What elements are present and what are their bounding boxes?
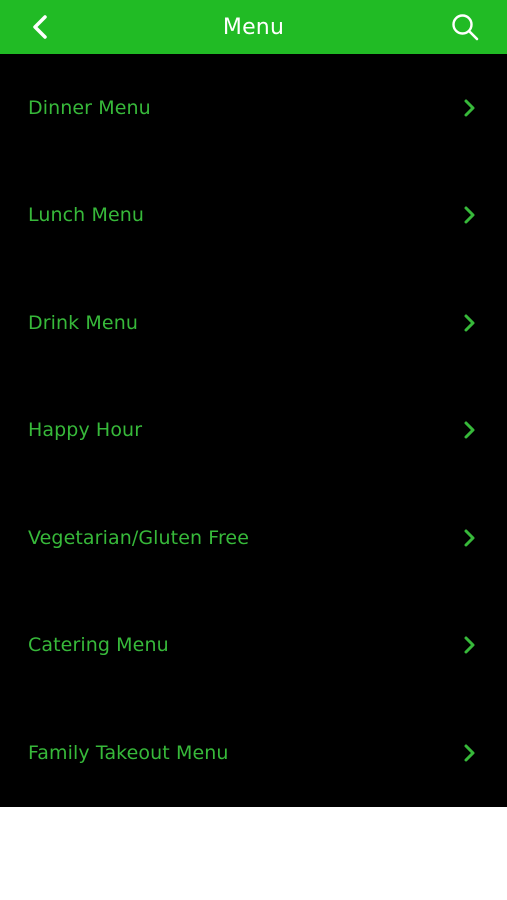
menu-item-vegetarian-gluten-free[interactable]: Vegetarian/Gluten Free	[0, 484, 507, 592]
menu-item-catering[interactable]: Catering Menu	[0, 592, 507, 700]
app-screen: Menu Dinner Menu Lunch Menu Drink Menu H…	[0, 0, 507, 900]
back-button[interactable]	[24, 11, 56, 43]
top-bar: Menu	[0, 0, 507, 54]
search-icon	[452, 14, 479, 41]
menu-list: Dinner Menu Lunch Menu Drink Menu Happy …	[0, 54, 507, 807]
chevron-right-icon	[461, 743, 477, 763]
menu-item-happy-hour[interactable]: Happy Hour	[0, 377, 507, 485]
chevron-right-icon	[461, 205, 477, 225]
menu-item-label: Happy Hour	[28, 419, 143, 442]
menu-item-family-takeout[interactable]: Family Takeout Menu	[0, 699, 507, 807]
empty-area	[0, 807, 507, 900]
menu-item-label: Lunch Menu	[28, 204, 145, 227]
menu-item-dinner[interactable]: Dinner Menu	[0, 54, 507, 162]
chevron-right-icon	[461, 635, 477, 655]
chevron-right-icon	[461, 98, 477, 118]
menu-item-label: Drink Menu	[28, 311, 138, 334]
menu-item-label: Dinner Menu	[28, 96, 151, 119]
menu-item-drink[interactable]: Drink Menu	[0, 269, 507, 377]
chevron-left-icon	[33, 15, 47, 39]
chevron-right-icon	[461, 528, 477, 548]
chevron-right-icon	[461, 420, 477, 440]
menu-item-label: Catering Menu	[28, 634, 169, 657]
menu-item-label: Family Takeout Menu	[28, 741, 229, 764]
menu-item-lunch[interactable]: Lunch Menu	[0, 162, 507, 270]
search-button[interactable]	[449, 11, 481, 43]
page-title: Menu	[222, 14, 285, 40]
chevron-right-icon	[461, 313, 477, 333]
menu-item-label: Vegetarian/Gluten Free	[28, 526, 250, 549]
